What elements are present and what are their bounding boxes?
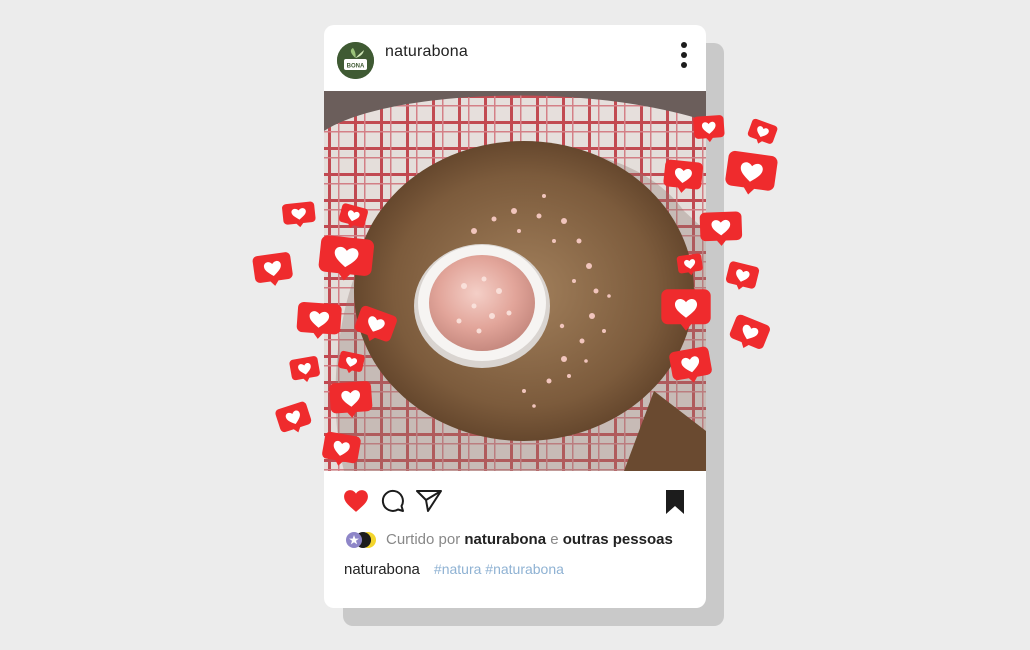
heart-badge-icon	[693, 115, 725, 143]
comment-bubble-icon	[381, 489, 404, 512]
heart-badge-icon	[282, 201, 316, 228]
avatar[interactable]: BONA	[337, 42, 374, 79]
more-dot	[681, 52, 687, 58]
floating-like-badge	[723, 260, 761, 295]
heart-badge-icon	[676, 253, 703, 276]
liked-by-user-link[interactable]: naturabona	[464, 531, 546, 548]
floating-like-badge	[295, 300, 344, 341]
heart-badge-icon	[275, 401, 312, 433]
heart-filled-icon	[344, 490, 368, 512]
liked-by-joiner: e	[550, 531, 559, 548]
liked-by-line: Curtido por naturabona e outras pessoas	[344, 530, 694, 552]
post-actions-bar	[324, 481, 706, 521]
heart-badge-icon	[699, 211, 743, 246]
floating-like-badge	[328, 380, 375, 421]
heart-badge-icon	[322, 431, 361, 466]
save-button[interactable]	[665, 489, 685, 515]
floating-like-badge	[316, 233, 377, 285]
liked-by-others-link[interactable]: outras pessoas	[563, 531, 673, 548]
bookmark-filled-icon	[666, 490, 684, 514]
floating-like-badge	[698, 210, 743, 248]
liked-by-prefix: Curtido por	[386, 531, 461, 548]
floating-like-badge	[660, 288, 712, 332]
share-button[interactable]	[416, 489, 442, 513]
heart-badge-icon	[252, 252, 293, 286]
floating-like-badge	[319, 430, 362, 470]
like-button[interactable]	[343, 489, 369, 513]
floating-like-badge	[251, 250, 295, 289]
heart-badge-icon	[661, 289, 711, 331]
heart-badge-icon	[747, 118, 778, 144]
more-dot	[681, 62, 687, 68]
send-paper-plane-icon	[416, 490, 442, 512]
heart-badge-icon	[729, 314, 770, 349]
floating-like-badge	[661, 158, 704, 196]
post-username[interactable]: naturabona	[385, 43, 468, 61]
floating-like-badge	[667, 345, 715, 388]
brand-logo-icon: BONA	[337, 42, 374, 79]
caption-hashtags[interactable]: #natura #naturabona	[434, 561, 564, 577]
avatar-logo-text: BONA	[347, 64, 365, 70]
heart-badge-icon	[289, 356, 320, 383]
comment-button[interactable]	[381, 489, 405, 513]
post-caption: naturabona #natura #naturabona	[344, 561, 564, 578]
floating-like-badge	[725, 312, 772, 356]
heart-badge-icon	[725, 261, 760, 290]
caption-username[interactable]: naturabona	[344, 561, 420, 578]
liker-avatar-stack-icon	[346, 532, 376, 548]
floating-like-badge	[722, 149, 780, 200]
floating-like-badge	[745, 117, 780, 149]
floating-like-badge	[273, 399, 315, 438]
liker-avatars[interactable]	[344, 530, 378, 550]
more-vertical-icon	[681, 42, 687, 48]
floating-like-badge	[288, 355, 322, 386]
heart-badge-icon	[318, 235, 375, 281]
floating-like-badge	[281, 200, 318, 229]
heart-badge-icon	[669, 346, 712, 383]
post-photo[interactable]	[324, 91, 706, 471]
heart-badge-icon	[663, 159, 704, 193]
heart-badge-icon	[296, 302, 342, 339]
floating-like-badge	[676, 252, 705, 277]
heart-badge-icon	[725, 150, 778, 195]
heart-badge-icon	[329, 381, 373, 418]
salt-bowl-image	[324, 91, 706, 471]
floating-like-badge	[692, 114, 726, 144]
post-header: BONA naturabona	[324, 25, 706, 91]
more-options-button[interactable]	[674, 41, 694, 73]
